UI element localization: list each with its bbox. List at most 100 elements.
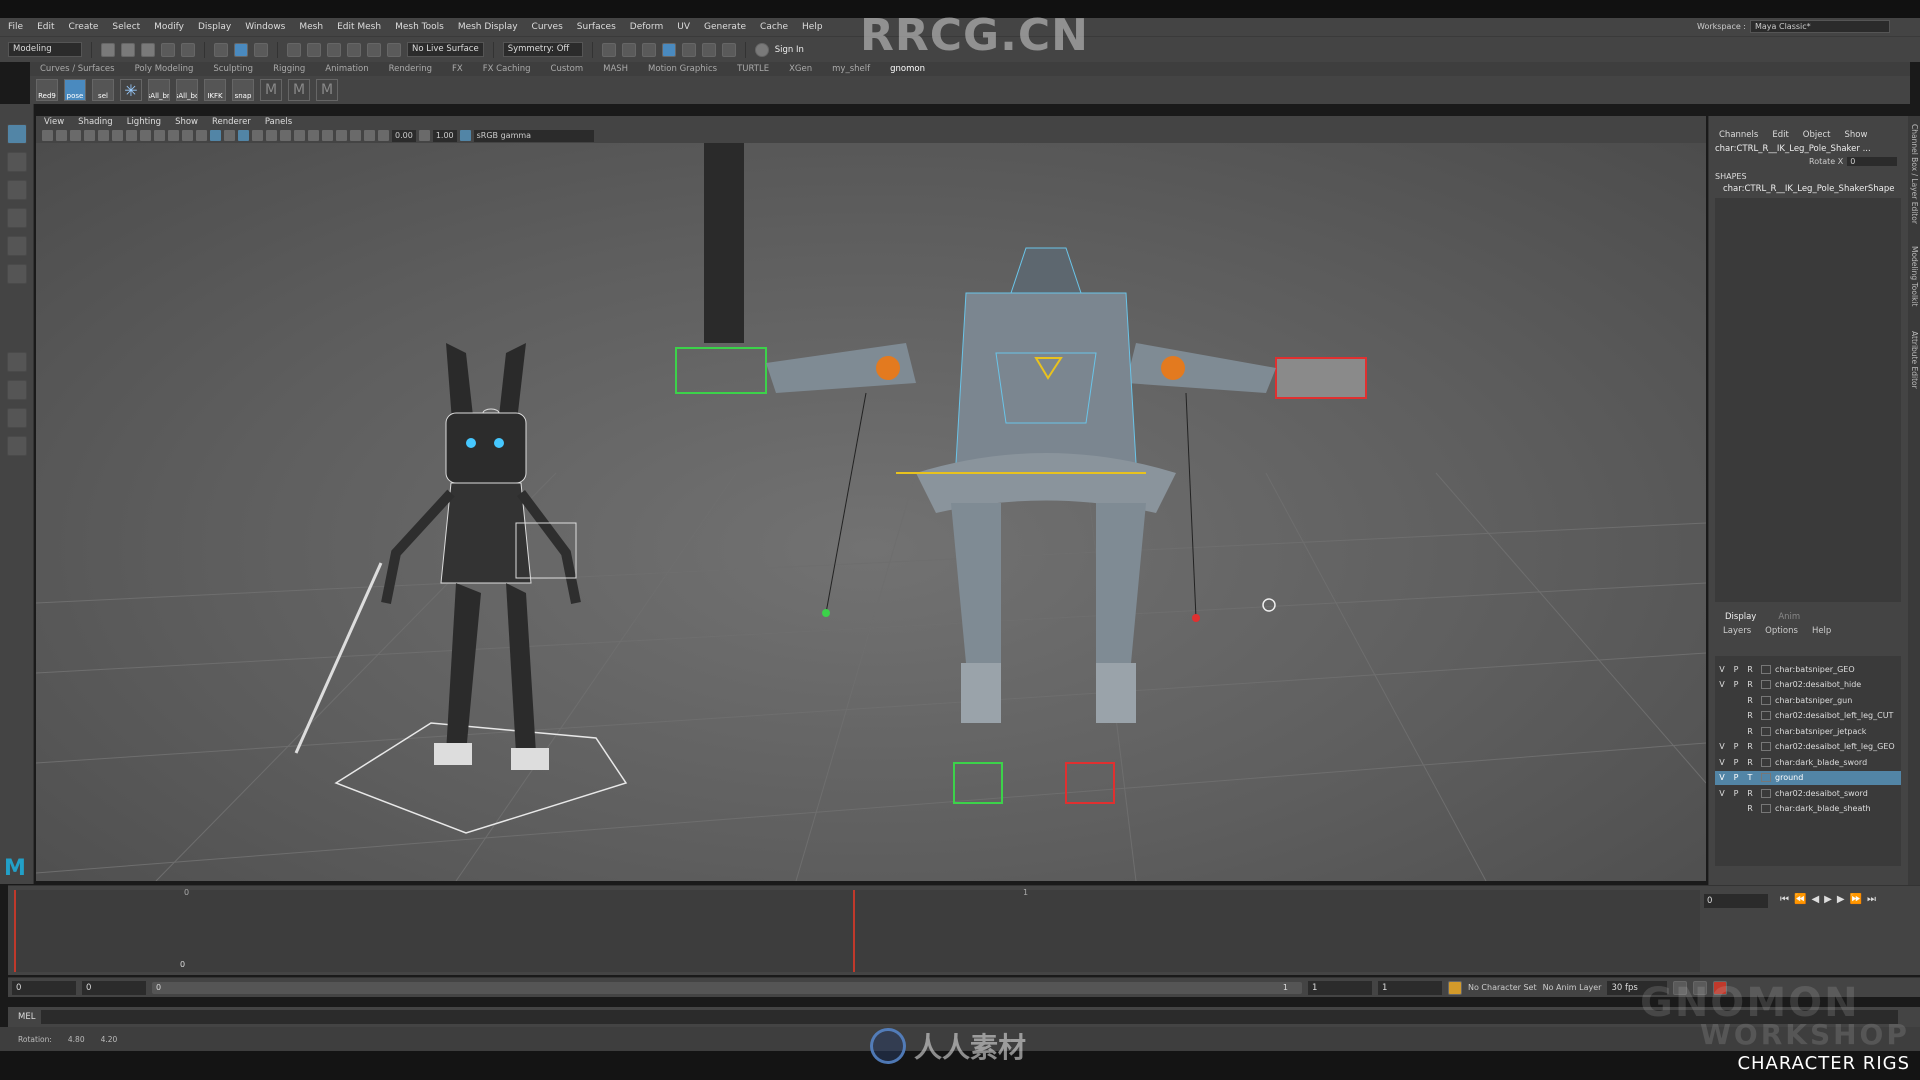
workspace-dropdown[interactable]: Maya Classic* xyxy=(1750,20,1890,33)
select-tool-icon[interactable] xyxy=(7,124,27,144)
pause-icon[interactable] xyxy=(721,42,736,57)
select-component-icon[interactable] xyxy=(254,42,268,57)
panel-menu-shading[interactable]: Shading xyxy=(78,117,113,127)
layer-row[interactable]: V P Rchar:dark_blade_sword xyxy=(1715,755,1901,769)
layer-flag-r[interactable]: R xyxy=(1743,727,1757,736)
menu-mesh-display[interactable]: Mesh Display xyxy=(458,22,518,32)
safe-title-icon[interactable] xyxy=(182,130,193,141)
layer-flag-r[interactable]: R xyxy=(1743,696,1757,705)
shelf-tab[interactable]: Curves / Surfaces xyxy=(40,64,115,74)
hypershade-icon[interactable] xyxy=(681,42,696,57)
render-settings-icon[interactable] xyxy=(661,42,676,57)
panel-menu-lighting[interactable]: Lighting xyxy=(127,117,161,127)
perspective-viewport[interactable] xyxy=(36,143,1706,881)
camera-icon[interactable] xyxy=(42,130,53,141)
layer-flag-v[interactable]: V xyxy=(1715,665,1729,674)
shape-node-name[interactable]: char:CTRL_R__IK_Leg_Pole_ShakerShape xyxy=(1723,184,1895,194)
single-perspective-layout-icon[interactable] xyxy=(7,352,27,372)
film-gate-icon[interactable] xyxy=(112,130,123,141)
shelf-tab[interactable]: Custom xyxy=(551,64,584,74)
open-scene-icon[interactable] xyxy=(121,42,135,57)
layer-flag-v[interactable]: V xyxy=(1715,758,1729,767)
shelf-tab[interactable]: FX Caching xyxy=(483,64,531,74)
pole-vector-left-control[interactable] xyxy=(822,609,830,617)
two-pane-layout-icon[interactable] xyxy=(7,408,27,428)
shelf-tab[interactable]: Sculpting xyxy=(213,64,253,74)
play-icon[interactable]: ▶ xyxy=(1824,894,1832,905)
xray-icon[interactable] xyxy=(350,130,361,141)
menu-create[interactable]: Create xyxy=(69,22,99,32)
layer-color-swatch[interactable] xyxy=(1761,711,1771,720)
pole-vector-right-control[interactable] xyxy=(1192,614,1200,622)
layer-flag-r[interactable]: R xyxy=(1743,665,1757,674)
live-surface-field[interactable]: No Live Surface xyxy=(407,42,484,57)
mel-script-icon[interactable]: M xyxy=(288,79,310,101)
go-to-start-icon[interactable]: ⏮ xyxy=(1780,894,1789,905)
menu-edit[interactable]: Edit xyxy=(37,22,54,32)
menu-deform[interactable]: Deform xyxy=(630,22,663,32)
auto-key-icon[interactable] xyxy=(1448,980,1462,995)
layer-color-swatch[interactable] xyxy=(1761,757,1771,767)
isolate-select-icon[interactable] xyxy=(336,130,347,141)
command-language-label[interactable]: MEL xyxy=(18,1012,35,1022)
shelf-button-red9[interactable]: Red9 xyxy=(36,79,58,101)
layer-flag-r[interactable]: R xyxy=(1743,789,1757,798)
save-scene-icon[interactable] xyxy=(141,42,155,57)
layer-flag-r[interactable]: R xyxy=(1743,711,1757,720)
command-input[interactable] xyxy=(41,1010,1898,1024)
playback-end-field[interactable]: 1 xyxy=(1308,980,1372,995)
layer-flag-r[interactable]: R xyxy=(1743,804,1757,813)
shelf-tab[interactable]: Motion Graphics xyxy=(648,64,717,74)
step-back-frame-icon[interactable]: ◀ xyxy=(1811,894,1819,905)
asterisk-icon[interactable]: ✳ xyxy=(120,79,142,101)
default-material-icon[interactable] xyxy=(224,130,235,141)
shelf-tab[interactable]: TURTLE xyxy=(737,64,769,74)
panel-menu-view[interactable]: View xyxy=(44,117,64,127)
select-hierarchy-icon[interactable] xyxy=(214,42,228,57)
layer-flag-r[interactable]: R xyxy=(1743,742,1757,751)
layer-color-swatch[interactable] xyxy=(1761,680,1771,689)
shelf-tab[interactable]: my_shelf xyxy=(832,64,870,74)
side-tab-attribute-editor[interactable]: Attribute Editor xyxy=(1910,331,1919,389)
menu-surfaces[interactable]: Surfaces xyxy=(577,22,616,32)
layer-flag-p[interactable]: P xyxy=(1729,789,1743,798)
cb-menu-object[interactable]: Object xyxy=(1803,130,1831,140)
panel-menu-renderer[interactable]: Renderer xyxy=(212,117,251,127)
mel-script-icon[interactable]: M xyxy=(316,79,338,101)
layer-name[interactable]: char:dark_blade_sheath xyxy=(1775,804,1871,813)
le-menu-options[interactable]: Options xyxy=(1765,626,1798,636)
layer-color-swatch[interactable] xyxy=(1761,788,1771,798)
four-view-layout-icon[interactable] xyxy=(7,380,27,400)
menu-help[interactable]: Help xyxy=(802,22,823,32)
symmetry-dropdown[interactable]: Symmetry: Off xyxy=(502,42,583,57)
sign-in-button[interactable]: Sign In xyxy=(775,45,804,55)
arnold-icon[interactable] xyxy=(701,42,716,57)
render-view-icon[interactable] xyxy=(601,42,616,57)
end-time-field[interactable]: 1 xyxy=(1378,980,1442,995)
layer-flag-p[interactable]: P xyxy=(1729,758,1743,767)
snap-curve-icon[interactable] xyxy=(307,42,321,57)
menu-mesh-tools[interactable]: Mesh Tools xyxy=(395,22,444,32)
anti-aliasing-icon[interactable] xyxy=(322,130,333,141)
gamma-field[interactable]: 1.00 xyxy=(432,129,457,142)
snap-surface-icon[interactable] xyxy=(367,42,381,57)
shelf-tab[interactable]: Rigging xyxy=(273,64,305,74)
shelf-button-pose[interactable]: pose xyxy=(64,79,86,101)
menu-windows[interactable]: Windows xyxy=(245,22,285,32)
ipr-render-icon[interactable] xyxy=(641,42,656,57)
wireframe-on-shaded-icon[interactable] xyxy=(238,130,249,141)
snap-vertex-icon[interactable] xyxy=(387,42,401,57)
panel-menu-show[interactable]: Show xyxy=(175,117,198,127)
layer-flag-v[interactable]: V xyxy=(1715,789,1729,798)
layer-flag-v[interactable]: V xyxy=(1715,680,1729,689)
exposure-field[interactable]: 0.00 xyxy=(392,129,416,142)
layer-name[interactable]: char02:desaibot_sword xyxy=(1775,789,1868,798)
menu-modify[interactable]: Modify xyxy=(154,22,184,32)
layer-flag-v[interactable]: V xyxy=(1715,773,1729,782)
field-chart-icon[interactable] xyxy=(154,130,165,141)
side-tab-modeling-toolkit[interactable]: Modeling Toolkit xyxy=(1910,246,1919,306)
motion-blur-icon[interactable] xyxy=(308,130,319,141)
step-back-key-icon[interactable]: ⏪ xyxy=(1794,894,1806,905)
use-all-lights-icon[interactable] xyxy=(266,130,277,141)
layer-row[interactable]: V P Rchar02:desaibot_sword xyxy=(1715,786,1901,800)
